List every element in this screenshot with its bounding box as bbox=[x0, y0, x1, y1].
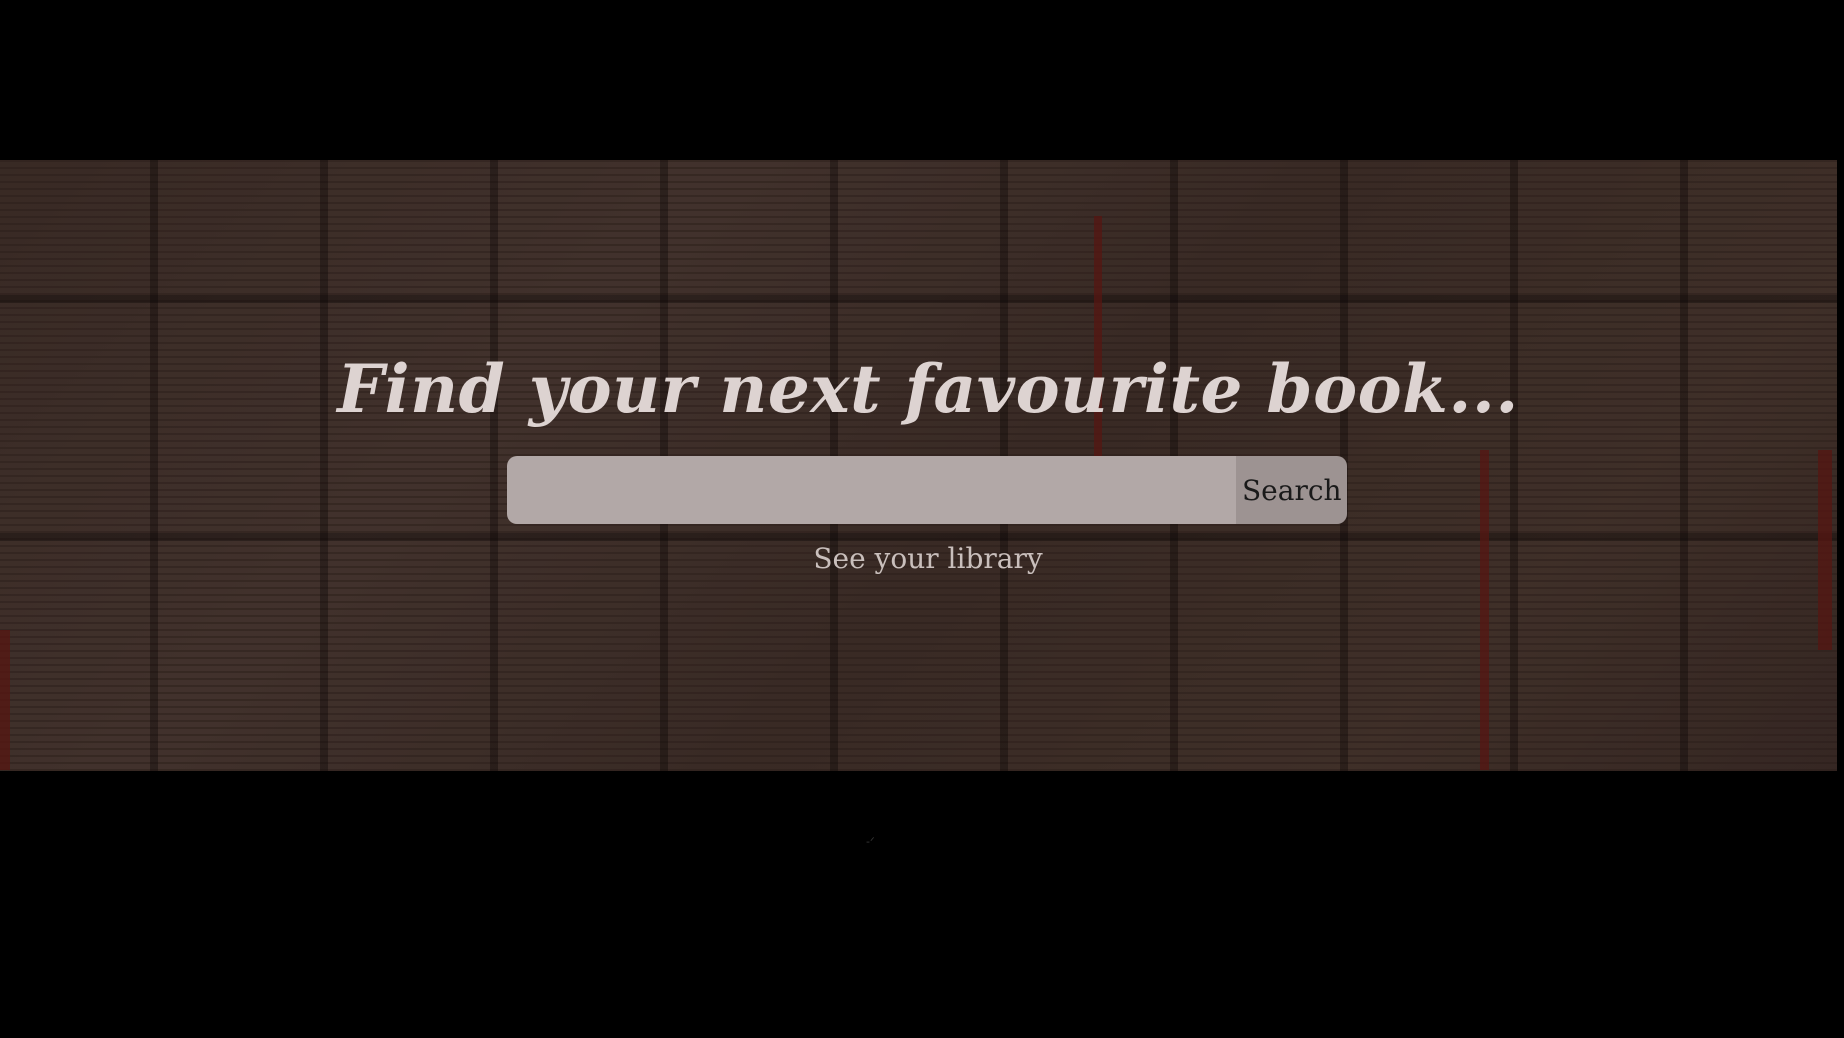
footer-mark: ‑ᐟ bbox=[866, 835, 875, 848]
see-your-library-link[interactable]: See your library bbox=[0, 542, 1837, 575]
search-input[interactable] bbox=[507, 456, 1236, 524]
search-form: Search bbox=[507, 456, 1347, 524]
search-button[interactable]: Search bbox=[1236, 456, 1347, 524]
hero-title: Find your next favourite book... bbox=[337, 350, 1519, 428]
hero-section: Find your next favourite book... Search … bbox=[0, 160, 1837, 771]
bottom-area bbox=[0, 771, 1844, 1038]
page: Find your next favourite book... Search … bbox=[0, 0, 1844, 1038]
top-bar bbox=[0, 0, 1844, 160]
